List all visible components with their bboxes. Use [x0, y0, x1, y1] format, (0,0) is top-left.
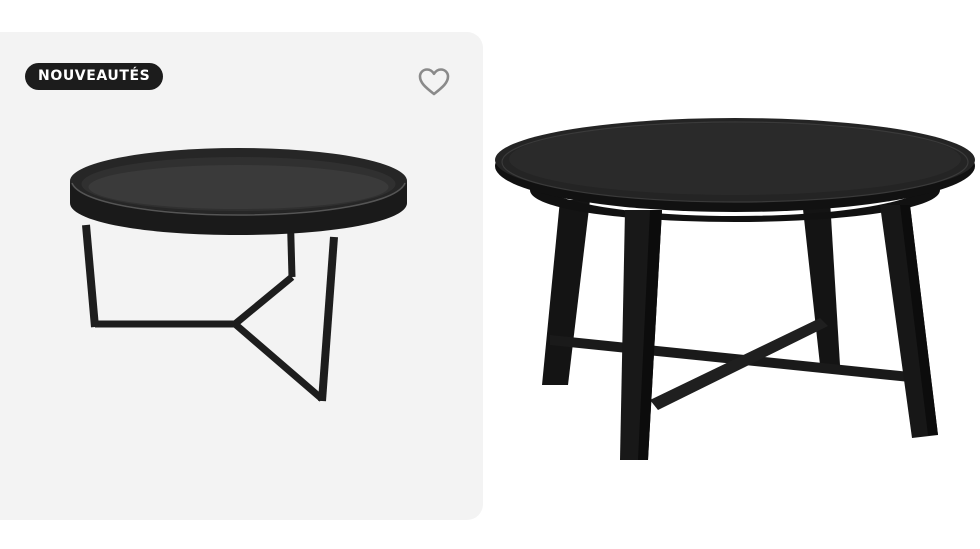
favorite-heart-icon[interactable]	[416, 64, 452, 100]
product-card[interactable]: NOUVEAUTÉS	[0, 32, 483, 520]
new-badge: NOUVEAUTÉS	[25, 63, 164, 90]
product-comparison-page: NOUVEAUTÉS	[0, 0, 980, 549]
product-image-tray-table[interactable]	[60, 137, 420, 412]
product-image-wooden-table[interactable]	[490, 110, 980, 470]
